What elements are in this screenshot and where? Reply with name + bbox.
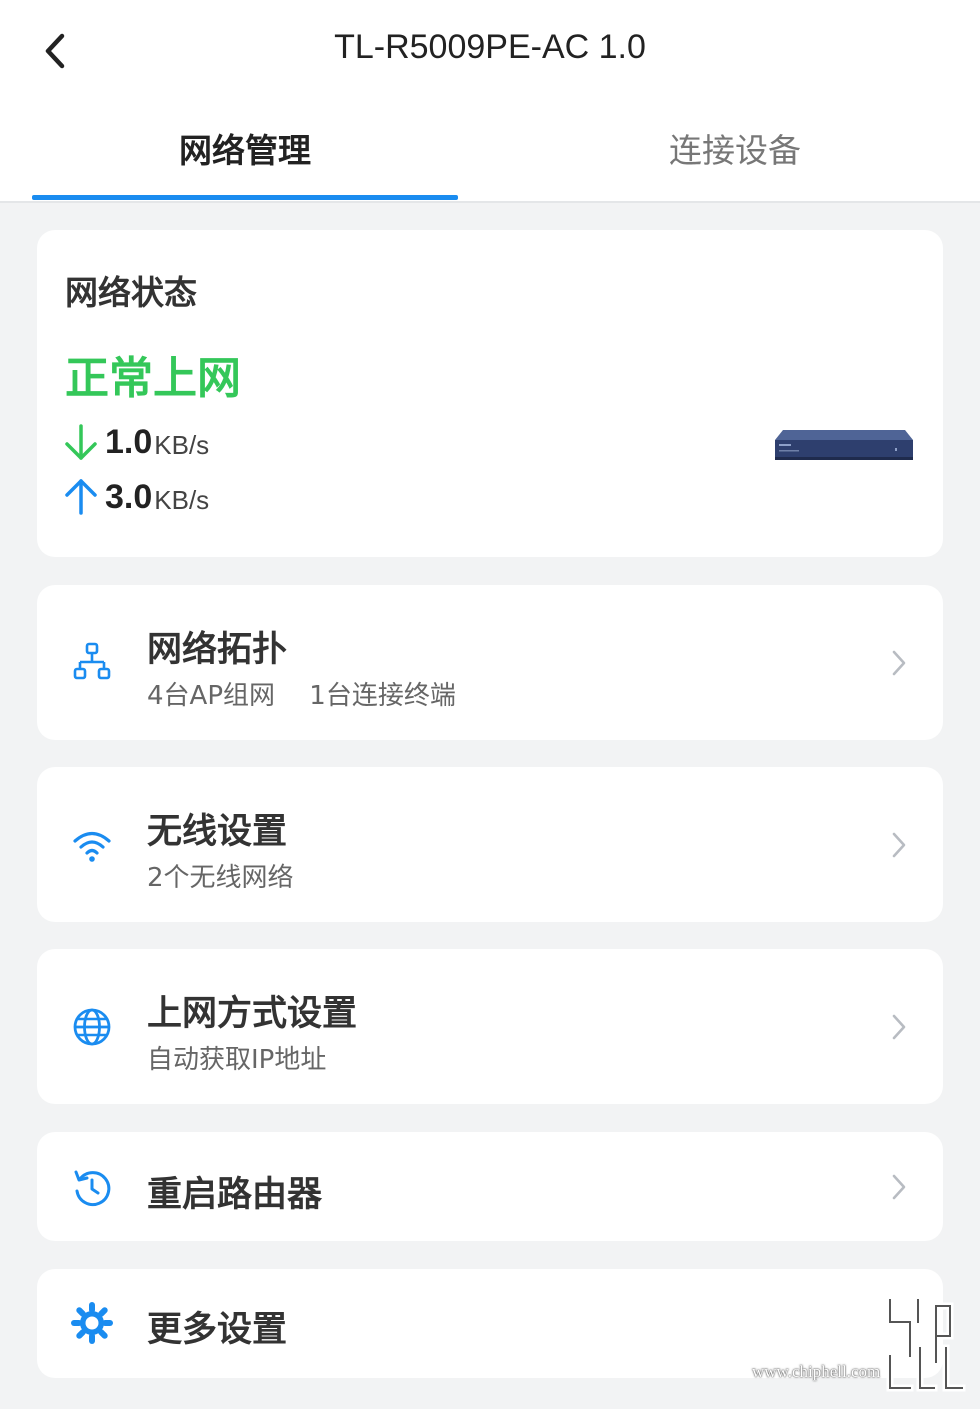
chevron-right-icon (892, 1014, 906, 1040)
menu-item-topology[interactable]: 网络拓扑 4台AP组网 1台连接终端 (37, 585, 943, 740)
gear-icon (71, 1302, 113, 1344)
restart-icon (74, 1170, 111, 1207)
page-title: TL-R5009PE-AC 1.0 (334, 28, 646, 66)
network-status-heading: 网络状态 (65, 273, 197, 312)
upload-rate-unit: KB/s (154, 485, 210, 515)
topology-subtitle: 4台AP组网 1台连接终端 (147, 681, 456, 711)
network-status-card: 网络状态 正常上网 1.0 KB/s 3.0 KB/s (37, 230, 943, 557)
chevron-right-icon (892, 1174, 906, 1200)
wifi-icon (73, 831, 111, 862)
active-tab-indicator (32, 195, 458, 200)
chevron-right-icon (892, 650, 906, 676)
wireless-title: 无线设置 (147, 812, 288, 852)
download-rate-unit: KB/s (154, 430, 210, 460)
tab-network-management[interactable]: 网络管理 (32, 124, 458, 200)
router-image (775, 430, 913, 460)
topology-icon (73, 642, 111, 680)
menu-item-restart-router[interactable]: 重启路由器 (37, 1132, 943, 1241)
internet-settings-title: 上网方式设置 (147, 994, 358, 1034)
globe-icon (73, 1008, 111, 1046)
app-header: TL-R5009PE-AC 1.0 网络管理 连接设备 (0, 0, 980, 203)
arrow-up-icon (65, 479, 97, 515)
download-rate-value: 1.0 (105, 423, 153, 461)
upload-rate-value: 3.0 (105, 478, 153, 516)
network-status-value: 正常上网 (65, 353, 241, 404)
menu-item-wireless-settings[interactable]: 无线设置 2个无线网络 (37, 767, 943, 922)
wireless-subtitle: 2个无线网络 (147, 863, 294, 893)
upload-rate: 3.0 KB/s (63, 471, 209, 517)
internet-settings-subtitle: 自动获取IP地址 (147, 1045, 327, 1075)
chevron-right-icon (892, 832, 906, 858)
tab-connected-devices[interactable]: 连接设备 (522, 124, 948, 200)
menu-item-internet-settings[interactable]: 上网方式设置 自动获取IP地址 (37, 949, 943, 1104)
watermark-url: www.chiphell.com (752, 1362, 881, 1381)
arrow-down-icon (65, 424, 97, 460)
topology-title: 网络拓扑 (147, 630, 288, 670)
more-settings-title: 更多设置 (147, 1310, 288, 1350)
download-rate: 1.0 KB/s (63, 416, 209, 462)
restart-router-title: 重启路由器 (147, 1175, 323, 1215)
